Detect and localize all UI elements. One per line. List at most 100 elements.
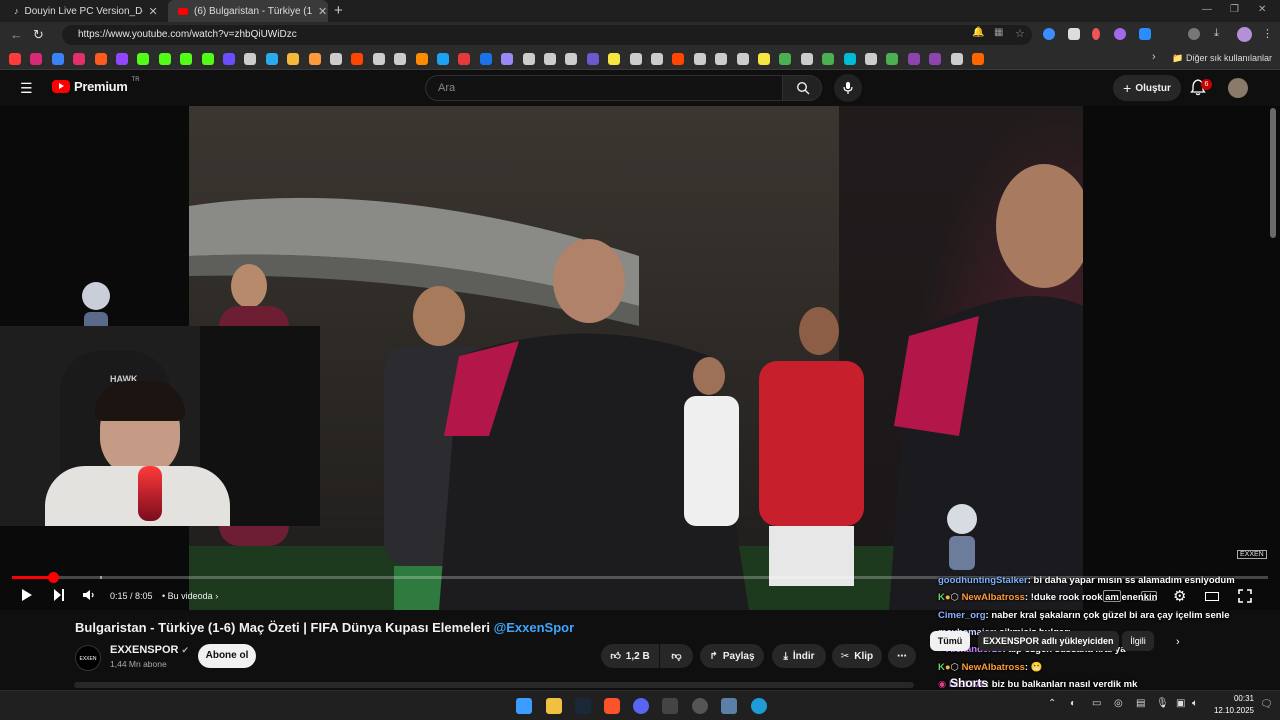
microphone-tray-icon[interactable]: 🎙︎ — [1156, 698, 1169, 709]
bookmark-favicon-icon[interactable] — [736, 53, 749, 65]
bookmark-favicon-icon[interactable] — [351, 53, 364, 65]
tray-app-icon[interactable]: ◐ — [1070, 698, 1076, 709]
chevron-right-icon[interactable]: › — [1152, 51, 1156, 63]
bookmark-favicon-icon[interactable] — [522, 53, 535, 65]
progress-scrubber[interactable] — [48, 572, 59, 583]
tray-chevron-icon[interactable]: ⌃ — [1048, 698, 1056, 709]
bookmark-favicon-icon[interactable] — [800, 53, 813, 65]
apps-icon[interactable]: ▦ — [994, 27, 1003, 38]
bell-off-icon[interactable]: 🔔 — [972, 27, 984, 38]
tab-youtube[interactable]: (6) Bulgaristan - Türkiye (1-6) Ma ✕ — [168, 0, 328, 22]
bookmark-favicon-icon[interactable] — [950, 53, 963, 65]
file-explorer-icon[interactable] — [546, 698, 562, 714]
bookmark-favicon-icon[interactable] — [886, 53, 899, 65]
bookmark-favicon-icon[interactable] — [158, 53, 171, 65]
extension-icon[interactable] — [1139, 28, 1151, 40]
next-icon[interactable] — [53, 588, 65, 602]
bookmark-favicon-icon[interactable] — [715, 53, 728, 65]
chip-related[interactable]: İlgili — [1122, 631, 1154, 651]
bookmark-favicon-icon[interactable] — [308, 53, 321, 65]
tray-app-icon[interactable]: ▭ — [1092, 698, 1101, 709]
bookmark-favicon-icon[interactable] — [201, 53, 214, 65]
bookmark-favicon-icon[interactable] — [672, 53, 685, 65]
clip-button[interactable]: ✂ Klip — [832, 644, 882, 668]
bookmark-favicon-icon[interactable] — [544, 53, 556, 65]
bookmark-favicon-icon[interactable] — [287, 53, 300, 65]
maximize-icon[interactable]: ❐ — [1230, 4, 1239, 15]
close-tab-icon[interactable]: ✕ — [318, 5, 327, 18]
network-icon[interactable]: ▣ — [1176, 698, 1185, 709]
bookmark-favicon-icon[interactable] — [116, 53, 128, 65]
like-button[interactable]: 👍︎ 1,2 B — [601, 644, 659, 668]
steam-icon[interactable] — [575, 698, 591, 714]
bookmark-favicon-icon[interactable] — [565, 53, 578, 65]
bookmark-favicon-icon[interactable] — [501, 53, 514, 65]
discord-icon[interactable] — [633, 698, 649, 714]
bookmark-favicon-icon[interactable] — [479, 53, 492, 65]
menu-dots-icon[interactable]: ⋮ — [1262, 27, 1273, 40]
bookmark-favicon-icon[interactable] — [972, 53, 984, 65]
search-button[interactable] — [782, 75, 822, 101]
hamburger-menu-icon[interactable]: ☰ — [20, 80, 33, 97]
video-player[interactable]: HAWK EXXEN 0:15 / 8:05 • Bu videoda › ⚙ — [0, 106, 1280, 610]
bookmark-favicon-icon[interactable] — [9, 53, 21, 65]
other-bookmarks[interactable]: 📁 Diğer sık kullanılanlar — [1172, 53, 1272, 64]
bookmark-favicon-icon[interactable] — [843, 53, 856, 65]
voice-search-button[interactable] — [834, 74, 862, 102]
bookmark-favicon-icon[interactable] — [822, 53, 835, 65]
bookmark-favicon-icon[interactable] — [372, 53, 385, 65]
subscribe-button[interactable]: Abone ol — [198, 644, 256, 668]
url-field[interactable]: https://www.youtube.com/watch?v=zhbQiUWi… — [62, 25, 1032, 45]
account-avatar[interactable] — [1228, 78, 1248, 98]
youtube-logo[interactable]: Premium TR — [52, 77, 140, 94]
notifications-icon[interactable]: 🗨︎ — [1260, 699, 1273, 710]
close-tab-icon[interactable]: ✕ — [149, 5, 158, 18]
bookmark-favicon-icon[interactable] — [265, 53, 278, 65]
search-input[interactable]: Ara — [425, 75, 783, 101]
theater-mode-icon[interactable] — [1205, 592, 1219, 601]
new-tab-button[interactable]: + — [334, 2, 343, 19]
bookmark-favicon-icon[interactable] — [30, 53, 43, 65]
channel-avatar[interactable]: EXXEN — [75, 645, 101, 671]
channel-tag-link[interactable]: @ExxenSpor — [494, 620, 575, 635]
downloads-icon[interactable]: ⤓ — [1214, 27, 1219, 40]
extension-icon[interactable] — [1068, 28, 1080, 40]
bookmark-favicon-icon[interactable] — [865, 53, 877, 65]
settings-gear-icon[interactable]: ⚙ — [1173, 587, 1186, 605]
reload-icon[interactable]: ↻ — [33, 27, 44, 43]
app-icon[interactable] — [721, 698, 737, 714]
tab-douyin[interactable]: ♪ Douyin Live PC Version_Douyin L ✕ — [4, 0, 166, 22]
bookmark-favicon-icon[interactable] — [608, 53, 621, 65]
edge-browser-icon[interactable] — [751, 698, 767, 714]
shorts-label[interactable]: Shorts — [950, 676, 988, 690]
channel-name[interactable]: EXXENSPOR ✔ — [110, 644, 189, 656]
bookmark-favicon-icon[interactable] — [693, 53, 706, 65]
extension-icon[interactable] — [1043, 28, 1055, 40]
bookmark-favicon-icon[interactable] — [458, 53, 471, 65]
close-window-icon[interactable]: ✕ — [1258, 4, 1266, 15]
volume-icon[interactable] — [82, 589, 96, 601]
bookmark-favicon-icon[interactable] — [223, 53, 235, 65]
extension-icon[interactable] — [1114, 28, 1126, 40]
chips-next-icon[interactable]: › — [1176, 636, 1180, 648]
extension-icon[interactable] — [1188, 28, 1200, 40]
bookmark-favicon-icon[interactable] — [137, 53, 150, 65]
steam-tray-icon[interactable]: ◎ — [1114, 698, 1123, 709]
profile-icon[interactable] — [1237, 27, 1252, 42]
bookmark-favicon-icon[interactable] — [51, 53, 64, 65]
extension-icon[interactable] — [1092, 28, 1100, 40]
bookmark-favicon-icon[interactable] — [586, 53, 599, 65]
chip-channel[interactable]: EXXENSPOR adlı yükleyiciden — [978, 631, 1119, 651]
share-button[interactable]: ↱ Paylaş — [700, 644, 764, 668]
create-button[interactable]: + Oluştur — [1113, 75, 1181, 101]
page-scrollbar[interactable] — [1270, 108, 1276, 238]
bookmark-favicon-icon[interactable] — [651, 53, 663, 65]
chapter-button[interactable]: • Bu videoda › — [162, 591, 218, 601]
tray-app-icon[interactable]: ▤ — [1136, 698, 1145, 709]
windows-start-icon[interactable] — [516, 698, 532, 714]
bookmark-favicon-icon[interactable] — [330, 53, 342, 65]
bookmark-favicon-icon[interactable] — [94, 53, 107, 65]
more-actions-button[interactable]: ⋯ — [888, 644, 916, 668]
back-icon[interactable]: ← — [10, 27, 23, 42]
favorite-icon[interactable]: ☆ — [1015, 27, 1025, 40]
